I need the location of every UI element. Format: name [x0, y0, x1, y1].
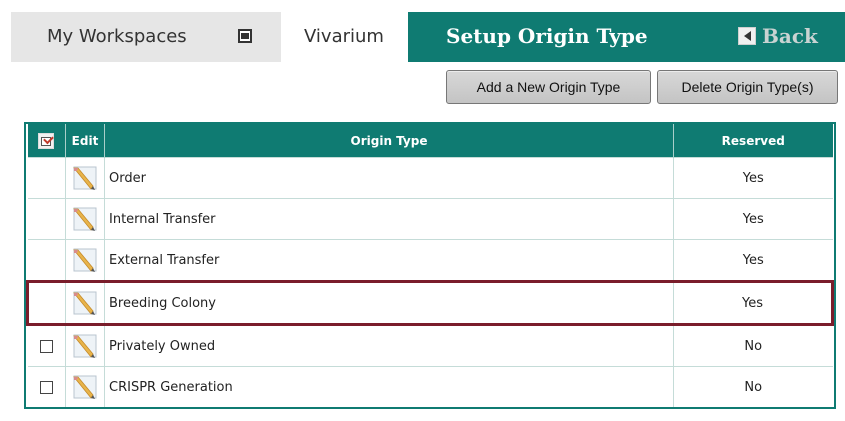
reserved-cell: No	[673, 324, 833, 367]
row-edit-cell[interactable]	[65, 324, 105, 367]
origin-type-table: Edit Origin Type Reserved Order Yes Intern…	[26, 124, 834, 407]
dropdown-square-icon[interactable]	[238, 29, 252, 43]
row-select-cell	[26, 280, 66, 326]
select-all-icon[interactable]	[38, 132, 55, 149]
top-header: My Workspaces Vivarium Setup Origin Type…	[0, 0, 845, 62]
row-checkbox[interactable]	[39, 380, 53, 394]
row-select-cell	[27, 239, 66, 282]
origin-type-column-header[interactable]: Origin Type	[104, 124, 674, 158]
table-row[interactable]: Internal Transfer Yes	[27, 198, 833, 240]
row-edit-cell[interactable]	[65, 157, 105, 199]
back-button[interactable]: Back	[738, 22, 818, 50]
origin-type-cell: Breeding Colony	[104, 280, 674, 326]
table-row[interactable]: Order Yes	[27, 157, 833, 199]
reserved-cell: Yes	[673, 198, 833, 240]
add-origin-type-button[interactable]: Add a New Origin Type	[446, 70, 651, 104]
pencil-edit-icon[interactable]	[71, 373, 99, 401]
table-body: Order Yes Internal Transfer Yes External Tra…	[26, 157, 834, 407]
row-edit-cell[interactable]	[65, 280, 105, 326]
table-header-row: Edit Origin Type Reserved	[27, 124, 833, 158]
origin-type-cell: Internal Transfer	[104, 198, 674, 240]
pencil-edit-icon[interactable]	[71, 289, 99, 317]
reserved-cell: Yes	[673, 239, 833, 282]
my-workspaces-label: My Workspaces	[47, 26, 187, 47]
select-all-header[interactable]	[27, 124, 66, 158]
page-title: Setup Origin Type	[446, 24, 648, 48]
table-row[interactable]: CRISPR Generation No	[27, 366, 833, 407]
origin-type-cell: External Transfer	[104, 239, 674, 282]
table-row[interactable]: Privately Owned No	[27, 324, 833, 367]
pencil-edit-icon[interactable]	[71, 164, 99, 192]
origin-type-cell: Privately Owned	[104, 324, 674, 367]
title-bar: Setup Origin Type Back	[408, 12, 845, 62]
row-edit-cell[interactable]	[65, 198, 105, 240]
reserved-cell: Yes	[673, 280, 834, 326]
my-workspaces-tab[interactable]: My Workspaces	[11, 12, 281, 62]
row-select-cell	[27, 157, 66, 199]
pencil-edit-icon[interactable]	[71, 246, 99, 274]
table-row[interactable]: Breeding Colony Yes	[26, 280, 834, 326]
pencil-edit-icon[interactable]	[71, 332, 99, 360]
back-label: Back	[762, 24, 818, 48]
row-select-cell[interactable]	[27, 366, 66, 407]
pencil-edit-icon[interactable]	[71, 205, 99, 233]
vivarium-label: Vivarium	[304, 26, 384, 47]
reserved-column-header[interactable]: Reserved	[673, 124, 833, 158]
row-edit-cell[interactable]	[65, 239, 105, 282]
row-edit-cell[interactable]	[65, 366, 105, 407]
reserved-cell: No	[673, 366, 833, 407]
vivarium-tab[interactable]: Vivarium	[281, 12, 408, 62]
back-arrow-icon	[738, 27, 756, 45]
delete-origin-types-button[interactable]: Delete Origin Type(s)	[657, 70, 838, 104]
reserved-cell: Yes	[673, 157, 833, 199]
edit-column-header: Edit	[65, 124, 105, 158]
origin-type-cell: CRISPR Generation	[104, 366, 674, 407]
row-checkbox[interactable]	[39, 339, 53, 353]
table-row[interactable]: External Transfer Yes	[27, 239, 833, 282]
row-select-cell[interactable]	[27, 324, 66, 367]
origin-type-cell: Order	[104, 157, 674, 199]
row-select-cell	[27, 198, 66, 240]
origin-type-grid: Edit Origin Type Reserved Order Yes Intern…	[24, 122, 836, 409]
